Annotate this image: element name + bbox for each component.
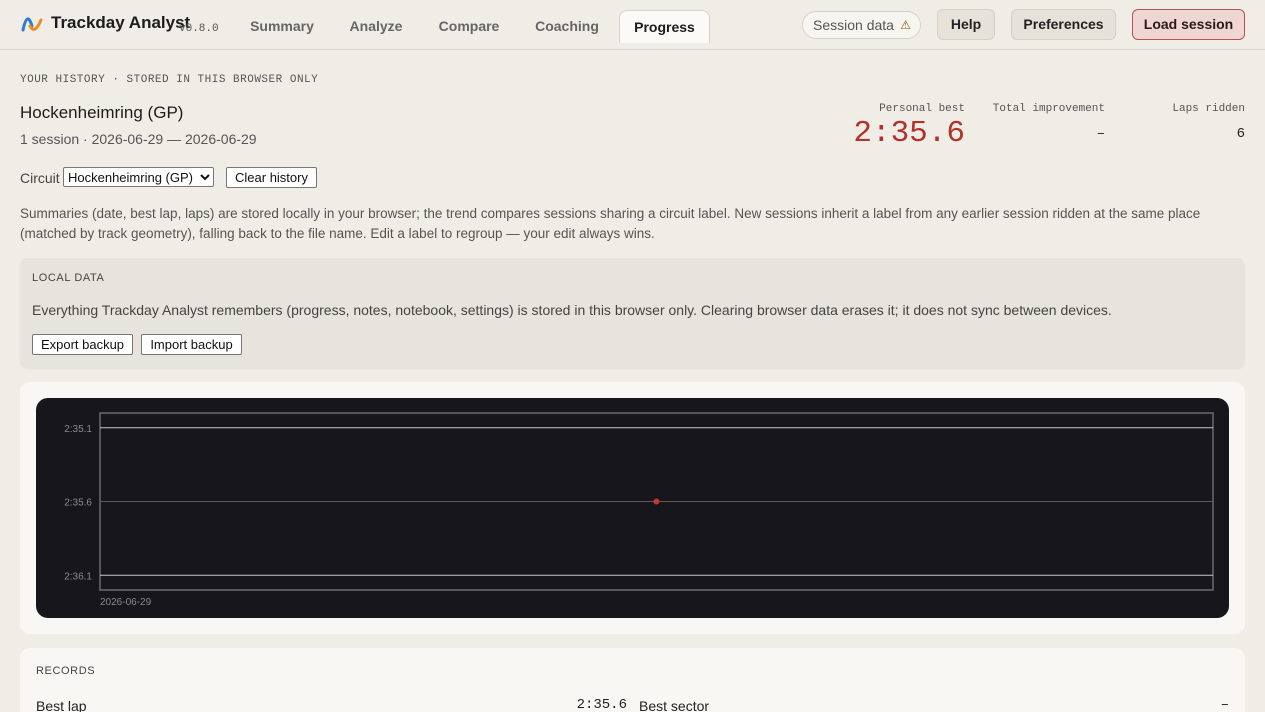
export-backup-button[interactable]: Export backup [32,334,133,355]
session-data-pill[interactable]: Session data ⚠ [802,11,921,39]
tab-progress[interactable]: Progress [619,10,710,43]
app-name: Trackday Analyst [51,13,191,32]
progress-chart-card: 2:35.1 2:35.6 2:36.1 2026-06-29 [20,382,1245,634]
import-backup-button[interactable]: Import backup [141,334,242,355]
laps-ridden-label: Laps ridden [1172,103,1245,115]
tab-summary[interactable]: Summary [240,10,324,42]
laps-ridden-value: 6 [1236,126,1245,142]
best-sector-value: – [1220,697,1229,712]
total-improvement-label: Total improvement [992,103,1105,115]
chart-y-tick-label: 2:35.6 [64,498,92,509]
tab-compare[interactable]: Compare [428,10,510,42]
circuit-select-label: Circuit [20,170,60,186]
local-data-panel: LOCAL DATA Everything Trackday Analyst r… [20,258,1245,368]
best-lap-value: 2:35.6 [576,697,627,712]
progress-chart-svg: 2:35.1 2:35.6 2:36.1 2026-06-29 [64,412,1214,608]
best-sector-label: Best sector [639,698,710,712]
records-heading: RECORDS [36,665,96,677]
circuit-select[interactable]: Hockenheimring (GP) [63,167,214,187]
history-kicker: YOUR HISTORY · STORED IN THIS BROWSER ON… [20,74,319,86]
progress-chart: 2:35.1 2:35.6 2:36.1 2026-06-29 [36,398,1229,618]
chart-x-tick-label: 2026-06-29 [100,597,152,608]
local-data-heading: LOCAL DATA [32,272,105,284]
history-description: Summaries (date, best lap, laps) are sto… [20,206,1201,241]
help-button[interactable]: Help [937,9,995,40]
tab-coaching[interactable]: Coaching [526,10,608,42]
total-improvement-value: – [1096,126,1105,142]
clear-history-button[interactable]: Clear history [226,167,317,188]
app-logo-icon [21,17,43,32]
circuit-title: Hockenheimring (GP) [20,103,184,122]
top-bar: Trackday Analyst v0.8.0 Summary Analyze … [0,0,1265,50]
chart-y-tick-label: 2:35.1 [64,424,92,435]
circuit-subtitle: 1 session · 2026-06-29 — 2026-06-29 [20,131,257,147]
load-session-button[interactable]: Load session [1132,9,1245,40]
session-data-label: Session data [813,17,894,33]
best-lap-label: Best lap [36,698,87,712]
app-version: v0.8.0 [179,23,219,35]
tab-analyze[interactable]: Analyze [339,10,413,42]
chart-y-tick-label: 2:36.1 [64,571,92,582]
local-data-text: Everything Trackday Analyst remembers (p… [32,302,1112,318]
preferences-button[interactable]: Preferences [1011,9,1116,40]
chart-data-point [653,498,660,505]
records-card: RECORDS Best lap 2:35.6 Best sector – [20,648,1245,712]
warning-triangle-icon: ⚠ [900,18,911,32]
personal-best-value: 2:35.6 [853,116,965,151]
personal-best-label: Personal best [879,103,965,115]
